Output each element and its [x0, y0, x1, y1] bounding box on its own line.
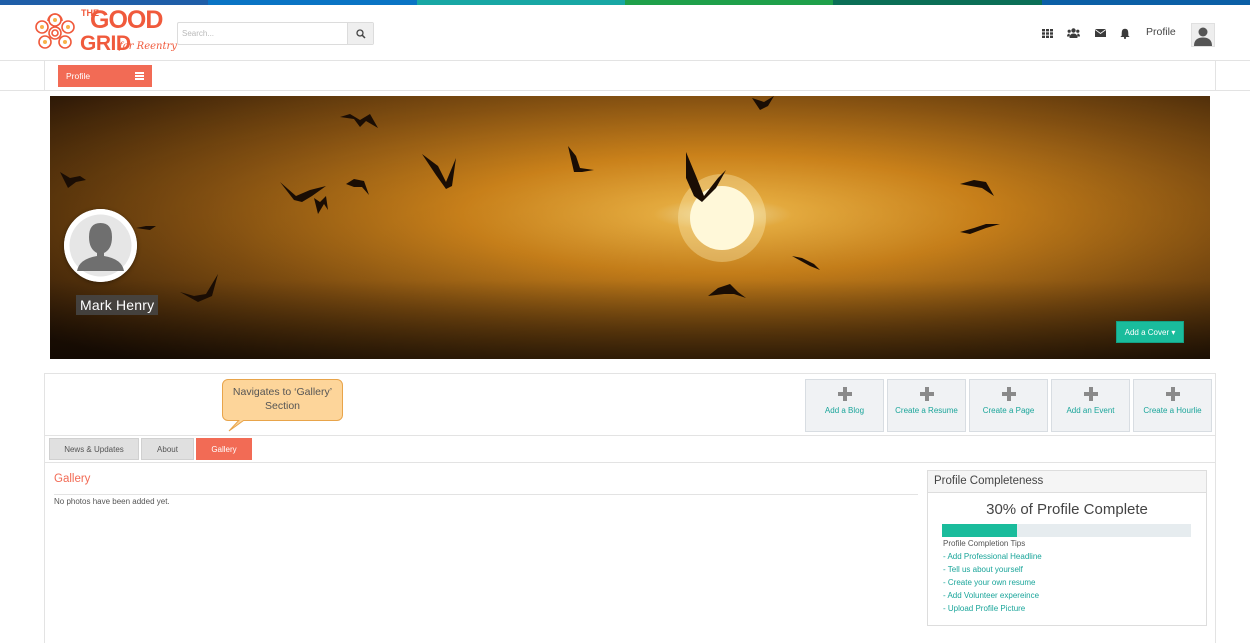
create-hourlie-button[interactable]: Create a Hourlie	[1133, 379, 1212, 432]
profile-menu-button[interactable]: Profile	[58, 65, 152, 87]
header-profile-link[interactable]: Profile	[1146, 26, 1176, 38]
gallery-empty-message: No photos have been added yet.	[54, 497, 170, 506]
gallery-heading: Gallery	[54, 473, 91, 485]
apps-grid-icon[interactable]	[1040, 26, 1054, 40]
plus-icon	[1001, 387, 1016, 401]
tip-link[interactable]: - Add Professional Headline	[943, 552, 1042, 561]
action-label: Add an Event	[1066, 406, 1115, 415]
mail-icon[interactable]	[1093, 26, 1107, 40]
plus-icon	[1083, 387, 1098, 401]
logo-flower-icon	[35, 13, 75, 49]
top-header: THE GOOD GRID for Reentry Search... Prof…	[0, 5, 1250, 61]
hamburger-icon	[135, 72, 144, 80]
tab-about[interactable]: About	[141, 438, 194, 460]
action-label: Create a Resume	[895, 406, 958, 415]
create-resume-button[interactable]: Create a Resume	[887, 379, 966, 432]
tips-title: Profile Completion Tips	[943, 539, 1026, 548]
divider	[54, 494, 918, 495]
tip-link[interactable]: - Add Volunteer expereince	[943, 591, 1039, 600]
cover-photo: Mark Henry Add a Cover ▾	[50, 96, 1210, 359]
profile-completeness-panel: Profile Completeness 30% of Profile Comp…	[927, 470, 1207, 626]
add-event-button[interactable]: Add an Event	[1051, 379, 1130, 432]
add-cover-button[interactable]: Add a Cover ▾	[1116, 321, 1184, 343]
profile-subnav: Profile	[0, 61, 1250, 91]
profile-avatar[interactable]	[64, 209, 137, 282]
search-button[interactable]	[347, 23, 373, 44]
default-avatar-icon	[64, 209, 137, 282]
completion-progress-bar	[942, 524, 1191, 537]
logo-word-good: GOOD	[90, 6, 163, 34]
profile-menu-label: Profile	[66, 71, 91, 81]
bell-icon[interactable]	[1118, 26, 1132, 40]
site-logo[interactable]: THE GOOD GRID for Reentry	[32, 6, 177, 60]
create-page-button[interactable]: Create a Page	[969, 379, 1048, 432]
search-input[interactable]	[178, 23, 347, 44]
action-label: Create a Page	[982, 406, 1035, 415]
add-blog-button[interactable]: Add a Blog	[805, 379, 884, 432]
completion-percent-text: 30% of Profile Complete	[986, 501, 1148, 518]
callout-text: Navigates to ‘Gallery’ Section	[232, 386, 333, 412]
action-label: Add a Blog	[824, 406, 865, 415]
plus-icon	[919, 387, 934, 401]
search-icon	[355, 28, 366, 39]
action-label: Create a Hourlie	[1143, 406, 1202, 415]
users-icon[interactable]	[1066, 26, 1080, 40]
progress-fill	[942, 524, 1017, 537]
tip-link[interactable]: - Create your own resume	[943, 578, 1035, 587]
panel-title: Profile Completeness	[928, 471, 1206, 493]
search-box	[177, 22, 374, 45]
tab-news-updates[interactable]: News & Updates	[49, 438, 139, 460]
plus-icon	[1165, 387, 1180, 401]
plus-icon	[837, 387, 852, 401]
tip-link[interactable]: - Upload Profile Picture	[943, 604, 1025, 613]
logo-tagline: for Reentry	[119, 41, 177, 52]
profile-user-name: Mark Henry	[76, 295, 159, 315]
tab-gallery[interactable]: Gallery	[196, 438, 252, 460]
sunset-birds-image	[50, 96, 1210, 359]
tip-link[interactable]: - Tell us about yourself	[943, 565, 1023, 574]
gallery-callout-tooltip: Navigates to ‘Gallery’ Section	[222, 379, 343, 432]
user-avatar-icon[interactable]	[1191, 23, 1215, 47]
